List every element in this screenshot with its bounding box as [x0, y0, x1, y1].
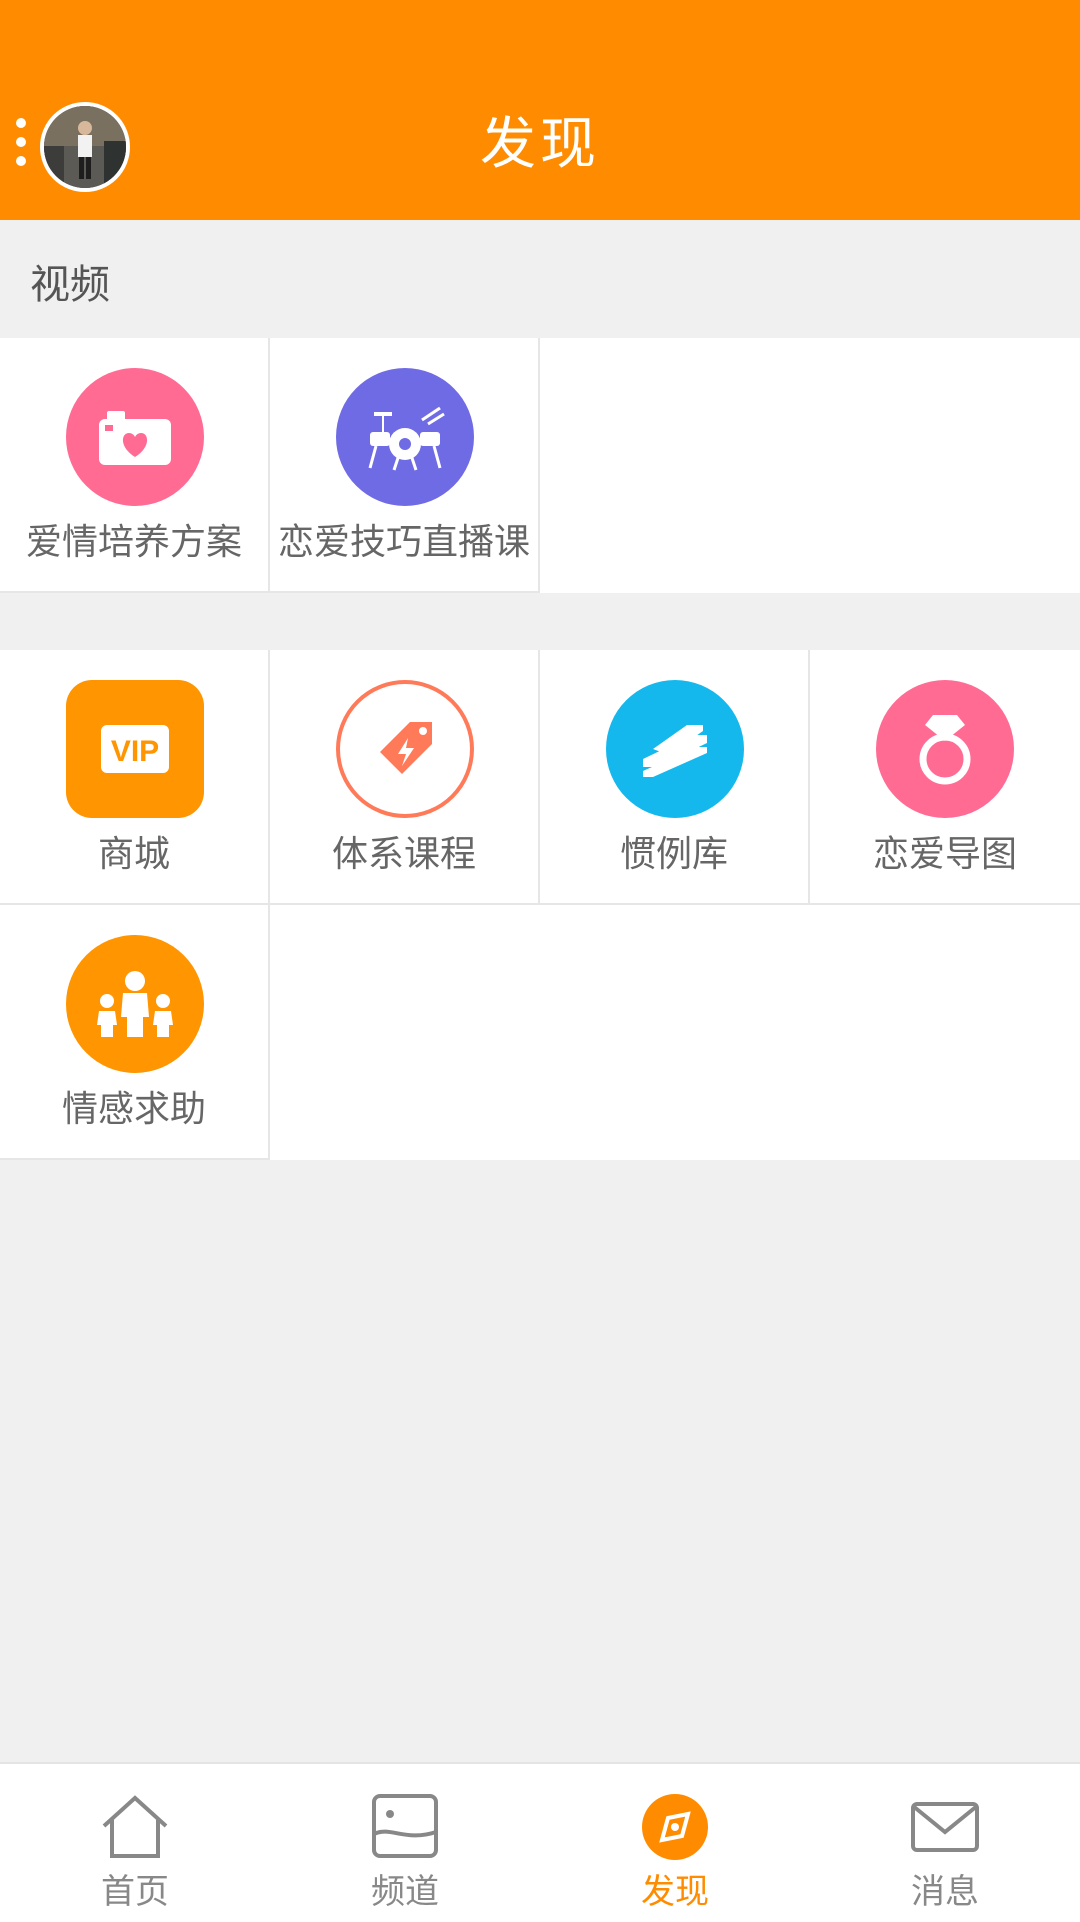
svg-text:VIP: VIP: [111, 735, 159, 768]
tab-label: 频道: [371, 1872, 439, 1912]
family-icon: [66, 935, 204, 1073]
app-header: 发现: [0, 0, 1080, 220]
grid-item-label: 恋爱技巧直播课: [277, 522, 530, 563]
image-icon: [370, 1792, 440, 1862]
grid-item-live-course[interactable]: 恋爱技巧直播课: [270, 338, 540, 593]
grid-item-mall[interactable]: VIP 商城: [0, 650, 270, 905]
grid-item-label: 商城: [97, 834, 170, 875]
tab-label: 首页: [101, 1872, 169, 1912]
tab-channel[interactable]: 频道: [270, 1764, 540, 1922]
grid-item-system-course[interactable]: 体系课程: [270, 650, 540, 905]
compass-icon: [640, 1792, 710, 1862]
camera-heart-icon: [66, 368, 204, 506]
diamond-ring-icon: [876, 680, 1014, 818]
tools-grid-row-1: VIP 商城 体系课程 惯例库 恋爱导图: [0, 650, 1080, 905]
page-title: 发现: [480, 112, 600, 177]
grid-empty: [540, 338, 1080, 593]
grid-item-love-plan[interactable]: 爱情培养方案: [0, 338, 270, 593]
grid-item-emotional-help[interactable]: 情感求助: [0, 905, 270, 1160]
lightning-tag-icon: [336, 680, 474, 818]
video-grid: 爱情培养方案 恋爱技巧直播课: [0, 338, 1080, 593]
drum-kit-icon: [336, 368, 474, 506]
tools-grid-row-2: 情感求助: [0, 905, 1080, 1160]
tab-discover[interactable]: 发现: [540, 1764, 810, 1922]
grid-item-love-map[interactable]: 恋爱导图: [810, 650, 1080, 905]
grid-item-routine-library[interactable]: 惯例库: [540, 650, 810, 905]
grid-item-label: 爱情培养方案: [25, 522, 242, 563]
bottom-tab-bar: 首页 频道 发现 消息: [0, 1762, 1080, 1922]
vip-icon: VIP: [66, 680, 204, 818]
mail-icon: [910, 1792, 980, 1862]
grid-empty: [270, 905, 1080, 1160]
tab-home[interactable]: 首页: [0, 1764, 270, 1922]
tab-label: 消息: [911, 1872, 979, 1912]
section-title-video: 视频: [30, 262, 110, 308]
grid-item-label: 体系课程: [331, 834, 476, 875]
tab-messages[interactable]: 消息: [810, 1764, 1080, 1922]
home-icon: [100, 1792, 170, 1862]
stack-icon: [606, 680, 744, 818]
tab-label: 发现: [641, 1872, 709, 1912]
grid-item-label: 恋爱导图: [872, 834, 1017, 875]
grid-item-label: 惯例库: [619, 834, 728, 875]
grid-item-label: 情感求助: [61, 1089, 206, 1130]
